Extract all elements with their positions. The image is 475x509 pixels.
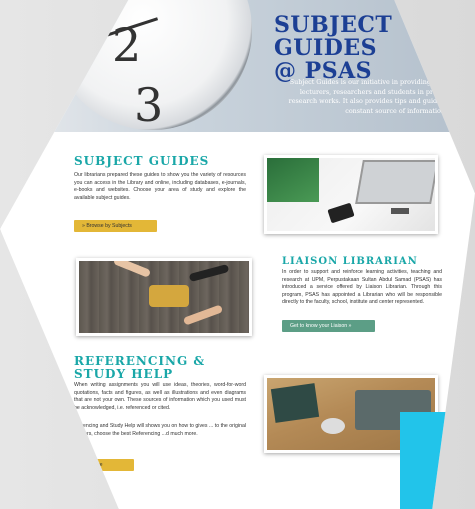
referencing-title-line2: STUDY HELP	[74, 367, 174, 381]
referencing-text-2: ...erencing and Study Help will shows yo…	[74, 423, 246, 437]
hero-description: Subject Guides is our initiative in prov…	[288, 78, 447, 115]
puzzle-pieces-shape	[149, 285, 189, 307]
browse-by-subjects-button[interactable]: » Browse by Subjects	[74, 220, 157, 232]
laptop-desk-photo	[264, 155, 438, 234]
phone-shape	[327, 202, 355, 224]
hand-shape-2	[182, 304, 224, 326]
notebook-shape	[270, 383, 320, 423]
subject-guides-title: SUBJECT GUIDES	[74, 154, 210, 168]
plant-shape	[267, 158, 319, 202]
get-to-know-liaison-button[interactable]: Get to know your Liaison »	[282, 320, 375, 332]
referencing-title: REFERENCING & STUDY HELP	[74, 355, 205, 381]
hero-title: SUBJECT GUIDES @ PSAS	[274, 14, 392, 83]
liaison-librarian-title: LIAISON LIBRARIAN	[282, 256, 418, 267]
puzzle-hands-photo	[76, 258, 252, 336]
referencing-text: When writing assignments you will use id…	[74, 382, 246, 411]
hero-title-line1: SUBJECT	[274, 12, 393, 38]
cup-shape	[321, 418, 345, 434]
watch-shape	[391, 208, 409, 214]
laptop-shape	[355, 160, 435, 204]
hero-title-line2: GUIDES	[274, 35, 377, 61]
subject-guides-text: Our librarians prepared these guides to …	[74, 172, 246, 201]
liaison-librarian-text: In order to support and reinforce learni…	[282, 269, 442, 306]
sleeve-shape	[188, 263, 230, 283]
hand-shape-1	[112, 261, 152, 278]
clock-number-3: 3	[134, 78, 164, 132]
